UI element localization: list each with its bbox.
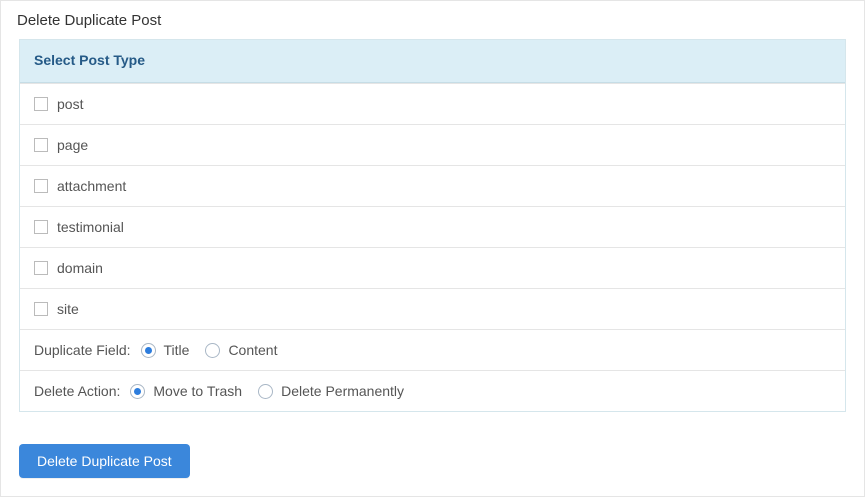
label-domain: domain — [57, 260, 103, 276]
delete-duplicate-post-button[interactable]: Delete Duplicate Post — [19, 444, 190, 478]
radio-delete-permanently-label: Delete Permanently — [281, 383, 404, 399]
radio-title[interactable] — [141, 343, 156, 358]
label-page: page — [57, 137, 88, 153]
radio-move-to-trash[interactable] — [130, 384, 145, 399]
duplicate-field-row: Duplicate Field: Title Content — [20, 329, 845, 370]
post-type-row-domain: domain — [20, 247, 845, 288]
post-type-row-site: site — [20, 288, 845, 329]
delete-action-label: Delete Action: — [34, 383, 120, 399]
page-title: Delete Duplicate Post — [1, 1, 864, 39]
radio-delete-permanently[interactable] — [258, 384, 273, 399]
checkbox-testimonial[interactable] — [34, 220, 48, 234]
label-attachment: attachment — [57, 178, 126, 194]
main-container: Delete Duplicate Post Select Post Type p… — [0, 0, 865, 497]
post-type-row-page: page — [20, 124, 845, 165]
checkbox-post[interactable] — [34, 97, 48, 111]
post-type-row-post: post — [20, 83, 845, 124]
post-type-row-attachment: attachment — [20, 165, 845, 206]
checkbox-domain[interactable] — [34, 261, 48, 275]
panel-header: Select Post Type — [20, 40, 845, 83]
radio-move-to-trash-label: Move to Trash — [153, 383, 242, 399]
checkbox-attachment[interactable] — [34, 179, 48, 193]
post-type-panel: Select Post Type post page attachment te… — [19, 39, 846, 412]
duplicate-field-label: Duplicate Field: — [34, 342, 131, 358]
radio-content-label: Content — [228, 342, 277, 358]
label-site: site — [57, 301, 79, 317]
post-type-row-testimonial: testimonial — [20, 206, 845, 247]
radio-title-label: Title — [164, 342, 190, 358]
checkbox-site[interactable] — [34, 302, 48, 316]
radio-content[interactable] — [205, 343, 220, 358]
delete-action-row: Delete Action: Move to Trash Delete Perm… — [20, 370, 845, 411]
checkbox-page[interactable] — [34, 138, 48, 152]
panel-header-title: Select Post Type — [34, 52, 145, 68]
label-testimonial: testimonial — [57, 219, 124, 235]
label-post: post — [57, 96, 83, 112]
